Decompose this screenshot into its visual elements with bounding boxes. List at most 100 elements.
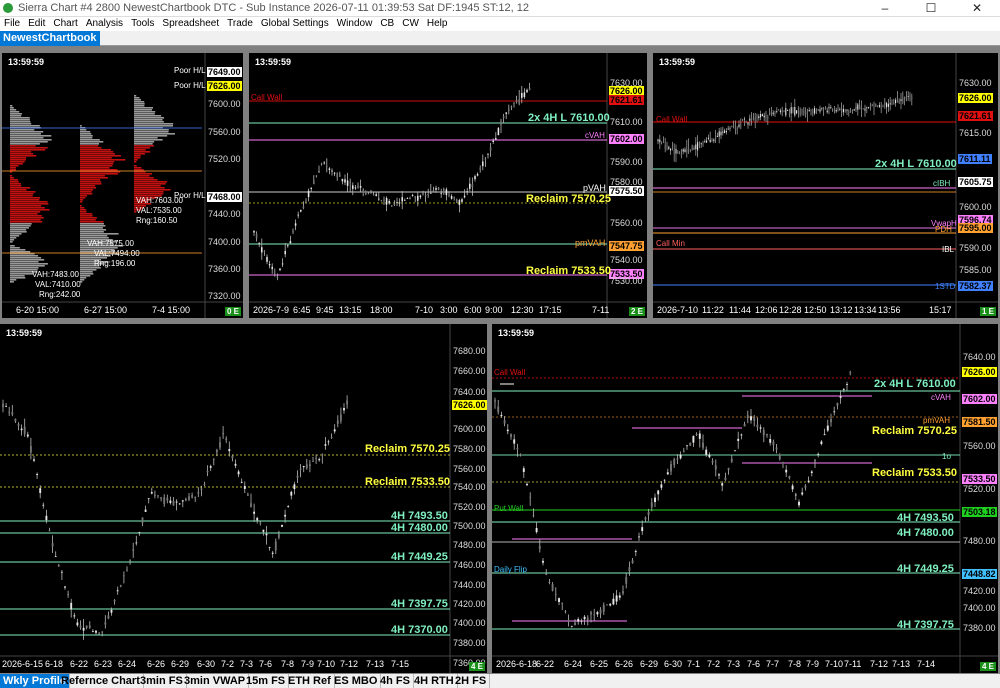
candle-body xyxy=(219,442,221,448)
chart-tab-2h-fs[interactable]: 2H FS xyxy=(452,674,491,688)
candle-body xyxy=(107,615,110,619)
candle-body xyxy=(261,247,263,253)
profile-bar xyxy=(10,133,41,135)
menu-spreadsheet[interactable]: Spreadsheet xyxy=(158,17,223,29)
candle-body xyxy=(705,449,708,455)
profile-bar xyxy=(10,211,41,213)
profile-bar xyxy=(134,137,158,139)
chart-tab-4h-rth[interactable]: 4H RTH xyxy=(411,674,458,688)
candle-body xyxy=(284,514,287,517)
chart-weekly-profile[interactable]: 13:59:59 7649.00 7626.00 7600.00 7560.00 7520… xyxy=(2,53,243,318)
candle-body xyxy=(682,450,685,452)
close-button[interactable]: ✕ xyxy=(954,0,1000,17)
level-annotation: Reclaim 7570.25 xyxy=(365,442,451,455)
time-axis-label: 7-12 xyxy=(870,659,889,669)
candle-body xyxy=(463,195,466,198)
chart-reference[interactable]: 13:59:59 7630.00 7626.00 7621.61 7610.00 7602… xyxy=(249,53,647,318)
time-axis-label: 2026-7-9 xyxy=(253,305,290,315)
candle-body xyxy=(535,528,538,533)
menu-window[interactable]: Window xyxy=(333,17,377,29)
candle-body xyxy=(76,622,79,626)
profile-bar xyxy=(10,281,14,283)
menu-edit[interactable]: Edit xyxy=(24,17,49,29)
time-axis-label: 6-25 xyxy=(590,659,609,669)
profile-bar xyxy=(80,131,91,133)
candle-body xyxy=(305,464,308,469)
maximize-button[interactable]: ☐ xyxy=(908,0,954,17)
chart-tab-4h-fs[interactable]: 4h FS xyxy=(377,674,414,688)
menu-tools[interactable]: Tools xyxy=(127,17,158,29)
profile-bar xyxy=(80,277,87,279)
chart-tab-15m-fs[interactable]: 15m FS xyxy=(243,674,290,688)
candle-body xyxy=(907,96,909,98)
menu-help[interactable]: Help xyxy=(423,17,452,29)
level-annotation: 4H 7449.25 xyxy=(897,562,954,575)
candle-body xyxy=(349,182,351,184)
candle-body xyxy=(736,128,738,130)
chart-tab-3min-fs[interactable]: 3min FS xyxy=(137,674,187,688)
level-annotation: 4H 7480.00 xyxy=(391,521,448,534)
candle-body xyxy=(315,175,318,177)
chart-4h-right[interactable]: 13:59:59 7640.00 7626.00 7602.00 7581.50 7560… xyxy=(492,324,998,673)
price-axis-label: 7680.00 xyxy=(453,346,486,356)
level-annotation: 4H 7493.50 xyxy=(897,511,954,524)
candle-body xyxy=(175,501,178,503)
candle-body xyxy=(911,96,913,99)
level-annotation: 1STD xyxy=(935,282,956,291)
candle-body xyxy=(839,108,841,110)
candle-body xyxy=(737,438,740,441)
price-candles xyxy=(253,82,531,281)
candle-body xyxy=(487,153,489,155)
chart-4h-left[interactable]: 13:59:59 7680.00 7660.00 7640.00 7626.00 7600… xyxy=(0,324,487,673)
chart-tab-refernce-chart[interactable]: Refernce Chart xyxy=(58,674,144,688)
profile-bar xyxy=(10,129,35,131)
menu-cw[interactable]: CW xyxy=(398,17,423,29)
candle-body xyxy=(503,420,506,424)
candle-body xyxy=(36,474,39,475)
chart-clock: 13:59:59 xyxy=(255,57,292,67)
level-annotation: Rng:242.00 xyxy=(39,290,81,299)
candle-body xyxy=(522,468,525,472)
candle-body xyxy=(458,199,461,205)
candle-body xyxy=(172,500,175,506)
time-axis-label: 6:45 xyxy=(293,305,311,315)
menu-chart[interactable]: Chart xyxy=(49,17,81,29)
chart-tab-eth-ref[interactable]: ETH Ref xyxy=(285,674,335,688)
price-tag: 7621.61 xyxy=(609,95,644,105)
menu-analysis[interactable]: Analysis xyxy=(82,17,127,29)
candle-body xyxy=(497,128,500,136)
menu-global-settings[interactable]: Global Settings xyxy=(257,17,333,29)
profile-bar xyxy=(134,139,163,141)
candle-body xyxy=(612,598,615,605)
chartbook-name[interactable]: NewestChartbook xyxy=(0,31,100,46)
chart-tab-es-mbo[interactable]: ES MBO xyxy=(331,674,382,688)
candle-body xyxy=(17,424,20,426)
candle-body xyxy=(791,485,794,490)
chart-tab-3min-vwap[interactable]: 3min VWAP xyxy=(181,674,250,688)
minimize-button[interactable]: – xyxy=(862,0,908,17)
candle-body xyxy=(297,214,299,216)
menu-file[interactable]: File xyxy=(0,17,24,29)
profile-bar xyxy=(134,191,164,193)
candle-body xyxy=(482,161,484,167)
profile-bar xyxy=(134,103,145,105)
price-axis-label: 7400.00 xyxy=(208,237,241,247)
candle-body xyxy=(448,194,450,196)
candle-body xyxy=(510,434,512,437)
level-annotation: 1σ xyxy=(942,452,952,461)
candle-body xyxy=(333,172,336,174)
profile-bar xyxy=(10,195,33,197)
price-axis-label: 7520.00 xyxy=(453,502,486,512)
menu-trade[interactable]: Trade xyxy=(223,17,257,29)
menu-cb[interactable]: CB xyxy=(376,17,398,29)
candle-body xyxy=(606,604,608,606)
chart-3min[interactable]: 13:59:59 7630.00 7626.00 7621.61 7615.00 7611… xyxy=(653,53,998,318)
candle-body xyxy=(398,202,401,204)
profile-bar xyxy=(10,185,22,187)
candle-body xyxy=(790,107,792,114)
candle-body xyxy=(718,131,720,137)
candle-body xyxy=(638,536,640,538)
candle-body xyxy=(722,131,724,133)
price-tag: 7611.11 xyxy=(958,154,992,164)
candle-body xyxy=(101,631,104,633)
